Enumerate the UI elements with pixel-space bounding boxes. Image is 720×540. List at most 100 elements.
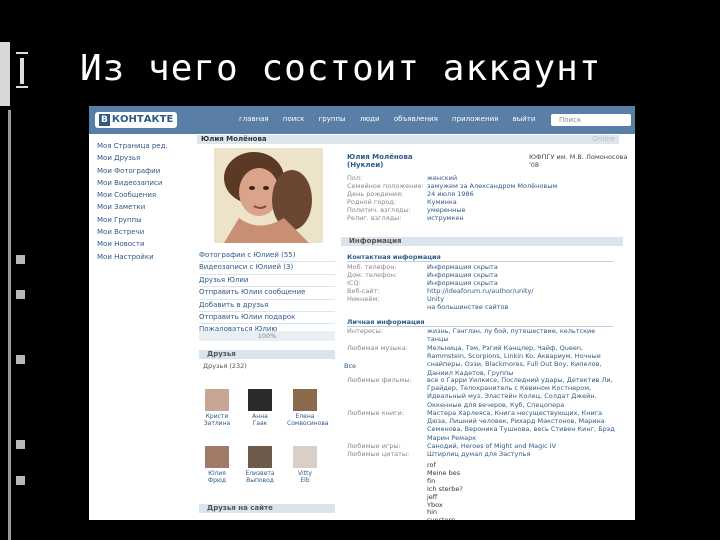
slide-decor-square (16, 476, 25, 485)
profile-completion: 100% (199, 331, 335, 341)
profile-header-name: Юлия Молёнова (201, 135, 267, 143)
link-videos-with[interactable]: Видеозаписи с Юлией (3) (199, 262, 335, 275)
games-key: Любимые игры: (347, 442, 401, 450)
contact-value: Unity (427, 295, 445, 303)
nav-search[interactable]: поиск (283, 115, 305, 123)
menu-item[interactable]: Мои Новости (97, 238, 187, 250)
link-friends-of[interactable]: Друзья Юлии (199, 275, 335, 288)
friends-all-link[interactable]: Все (344, 362, 356, 370)
nav-home[interactable]: главная (239, 115, 269, 123)
slide-decor-square (16, 355, 25, 364)
contact-subtitle: Контактная информация (347, 253, 613, 262)
profile-photo[interactable] (214, 148, 323, 243)
contact-row: ICQ: Информация скрыта (347, 279, 498, 287)
info-value[interactable]: замужем за Александром Молёновым (427, 182, 557, 190)
info-row: Политич. взгляды: умеренные (347, 206, 466, 214)
friend-last-name: Фрюд (207, 477, 227, 484)
friends-count[interactable]: Друзья (232) (203, 362, 247, 370)
info-value[interactable]: женский (427, 174, 457, 182)
friend-avatar (248, 446, 272, 468)
friend-tile[interactable]: Елена Сомвосинова (287, 389, 329, 427)
contact-row: Моб. телефон: Информация скрыта (347, 263, 498, 271)
friend-tile[interactable]: Юлия Фрюд (199, 446, 235, 484)
link-send-message[interactable]: Отправить Юлии сообщение (199, 287, 335, 300)
slide-decor-square (16, 290, 25, 299)
logo-text: КОНТАКТЕ (111, 114, 174, 125)
info-value[interactable]: Куминка (427, 198, 457, 206)
menu-item[interactable]: Мои Заметки (97, 201, 187, 213)
slide-decor-ticks (16, 52, 28, 88)
friend-first-name: Юлия (208, 470, 226, 477)
menu-item[interactable]: Мои Настройки (97, 251, 187, 263)
link-photos-with[interactable]: Фотографии с Юлией (55) (199, 250, 335, 263)
movies-key: Любимые фильмы: (347, 376, 412, 384)
slide-decor-bar (0, 42, 10, 106)
nav-logout[interactable]: выйти (513, 115, 536, 123)
friend-first-name: Анна (252, 413, 268, 420)
books-value[interactable]: Мастера Харлеяса, Книга несуществующих, … (427, 409, 617, 442)
music-key: Любимая музыка: (347, 344, 408, 352)
contact-value: на большинстве сайтов (427, 303, 509, 311)
info-value[interactable]: умеренные (427, 206, 466, 214)
personal-subtitle: Личная информация (347, 318, 613, 327)
menu-item[interactable]: Мои Сообщения (97, 189, 187, 201)
friend-first-name: Vitty (298, 470, 312, 477)
nav-people[interactable]: люди (360, 115, 380, 123)
info-key: День рождения: (347, 190, 404, 198)
website-link[interactable]: http://ideaforum.ru/author/unity/ (427, 287, 534, 295)
friend-tile[interactable]: Кристи Затлина (199, 389, 235, 427)
friend-tile[interactable]: Vitty Elb (287, 446, 323, 484)
friend-avatar (248, 389, 272, 411)
menu-item[interactable]: Мои Друзья (97, 152, 187, 164)
slide-decor-square (16, 440, 25, 449)
friend-first-name: Елизвета (245, 470, 275, 477)
link-add-friend[interactable]: Добавить в друзья (199, 300, 335, 312)
search-placeholder: Поиск (559, 116, 582, 124)
friend-tile[interactable]: Анна Гаак (242, 389, 278, 427)
info-key: Родной город: (347, 198, 397, 206)
friend-avatar (205, 446, 229, 468)
profile-header-bar: Юлия Молёнова Online (197, 135, 619, 144)
slide-decor-line (8, 110, 11, 540)
profile-full-name: Юлия Молёнова (347, 153, 413, 161)
profile-university[interactable]: ЮФПГУ им. М.В. Ломоносова '08 (529, 153, 635, 169)
profile-actions: Фотографии с Юлией (55) Видеозаписи с Юл… (199, 250, 335, 337)
menu-item[interactable]: Мои Группы (97, 214, 187, 226)
info-key: Религ. взгляды: (347, 214, 402, 222)
contact-key: Дом. телефон: (347, 271, 398, 279)
link-send-gift[interactable]: Отправить Юлии подарок (199, 312, 335, 325)
search-input[interactable]: Поиск (551, 114, 631, 126)
contact-key: Моб. телефон: (347, 263, 397, 271)
info-row: Пол: женский (347, 174, 457, 182)
music-value[interactable]: Мельница, Тэм, Рэгий Канцлер, Чайф, Quee… (427, 344, 617, 377)
friends-online-title[interactable]: Друзья на сайте (199, 504, 335, 513)
friends-section-title[interactable]: Друзья (199, 350, 335, 359)
movies-value[interactable]: все о Гарри Уилкисе, Последний удары, Де… (427, 376, 617, 409)
books-key: Любимые книги: (347, 409, 404, 417)
vk-profile-screenshot: В КОНТАКТЕ главная поиск группы люди объя… (89, 106, 635, 520)
info-value[interactable]: иструмкен (427, 214, 464, 222)
nav-apps[interactable]: приложения (452, 115, 498, 123)
info-key: Семейное положение: (347, 182, 424, 190)
contact-value: Информация скрыта (427, 279, 498, 287)
site-logo[interactable]: В КОНТАКТЕ (95, 112, 178, 128)
menu-item[interactable]: Моя Страница ред. (97, 140, 187, 152)
friend-tile[interactable]: Елизвета Выповод (242, 446, 278, 484)
interests-value[interactable]: жизнь, Гэнглэн, лу бой, путешествие, кел… (427, 327, 617, 343)
online-status: Online (592, 135, 615, 143)
friend-last-name: Затлина (203, 420, 231, 427)
menu-item[interactable]: Мои Фотографии (97, 165, 187, 177)
menu-item[interactable]: Мои Видеозаписи (97, 177, 187, 189)
extra-list: rof Meine bes fin Ich sterbe? jeff Ybox … (427, 461, 463, 520)
menu-item[interactable]: Мои Встречи (97, 226, 187, 238)
contact-value: Информация скрыта (427, 271, 498, 279)
info-section-title[interactable]: Информация (341, 237, 623, 246)
profile-photo-image (214, 148, 323, 243)
nav-ads[interactable]: объявления (394, 115, 438, 123)
info-value[interactable]: 24 июля 1986 (427, 190, 474, 198)
quotes-key: Любимые цитаты: (347, 450, 410, 458)
contact-row: Веб-сайт: http://ideaforum.ru/author/unit… (347, 287, 534, 295)
games-value[interactable]: Санодий, Heroes of Might and Magic IV (427, 442, 617, 450)
slide-title: Из чего состоит аккаунт (80, 48, 602, 89)
nav-groups[interactable]: группы (319, 115, 346, 123)
